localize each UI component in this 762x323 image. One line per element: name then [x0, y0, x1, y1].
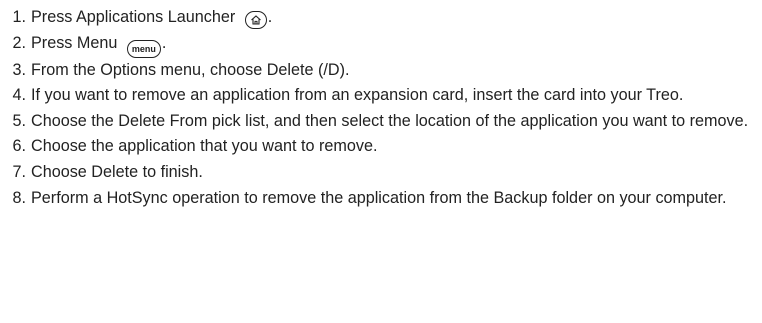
- step-number: 8: [0, 186, 26, 212]
- step-number: 2: [0, 31, 26, 57]
- step-text: Perform a HotSync operation to remove th…: [31, 188, 727, 207]
- step-text: From the Options menu, choose Delete (/D…: [31, 60, 350, 79]
- step-number: 4: [0, 83, 26, 109]
- step-number: 6: [0, 134, 26, 160]
- menu-key-icon: menu: [126, 39, 161, 58]
- instruction-steps-list: 1 Press Applications Launcher . 2 Press …: [0, 5, 762, 211]
- instruction-step-8: 8 Perform a HotSync operation to remove …: [0, 186, 762, 212]
- instruction-step-5: 5 Choose the Delete From pick list, and …: [0, 109, 762, 135]
- step-text: Choose the application that you want to …: [31, 137, 378, 156]
- step-text: Press Menu: [31, 33, 118, 52]
- instruction-step-6: 6 Choose the application that you want t…: [0, 134, 762, 160]
- step-number: 7: [0, 160, 26, 186]
- step-trailing-period: .: [267, 8, 273, 26]
- step-body: Press Menu menu.: [26, 31, 753, 58]
- instruction-step-3: 3 From the Options menu, choose Delete (…: [0, 58, 762, 84]
- instruction-step-4: 4 If you want to remove an application f…: [0, 83, 762, 109]
- step-trailing-period: .: [161, 33, 167, 52]
- step-text: Choose Delete to finish.: [31, 162, 203, 181]
- step-number: 5: [0, 109, 26, 135]
- step-text: If you want to remove an application fro…: [31, 86, 684, 105]
- instructions-document: 1 Press Applications Launcher . 2 Press …: [0, 0, 762, 211]
- step-body: Press Applications Launcher .: [26, 5, 753, 31]
- step-number: 3: [0, 58, 26, 84]
- home-icon: [244, 11, 267, 29]
- instruction-step-2: 2 Press Menu menu.: [0, 31, 762, 58]
- step-text: Choose the Delete From pick list, and th…: [31, 111, 749, 130]
- step-text: Press Applications Launcher: [31, 8, 236, 26]
- instruction-step-7: 7 Choose Delete to finish.: [0, 160, 762, 186]
- instruction-step-1: 1 Press Applications Launcher .: [0, 5, 762, 31]
- step-number: 1: [0, 5, 26, 31]
